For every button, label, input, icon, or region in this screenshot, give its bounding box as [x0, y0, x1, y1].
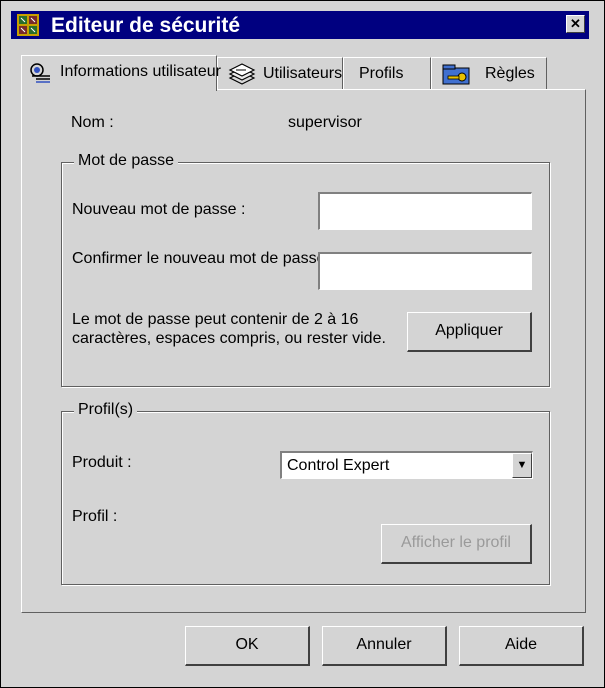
- security-editor-dialog: Editeur de sécurité ✕ Informations utili…: [0, 0, 605, 688]
- new-password-label: Nouveau mot de passe :: [72, 201, 246, 218]
- dropdown-arrow-icon[interactable]: ▼: [512, 453, 532, 478]
- password-group-title: Mot de passe: [74, 152, 179, 170]
- key-folder-icon: [442, 64, 470, 85]
- close-button[interactable]: ✕: [566, 15, 585, 33]
- show-profile-button-label: Afficher le profil: [401, 534, 511, 551]
- confirm-password-label: Confirmer le nouveau mot de passe: [72, 250, 326, 267]
- password-group: Mot de passe Nouveau mot de passe : Conf…: [61, 152, 550, 387]
- apply-button[interactable]: Appliquer: [407, 312, 532, 352]
- show-profile-button[interactable]: Afficher le profil: [381, 524, 532, 564]
- product-select[interactable]: Control Expert ▼: [280, 451, 533, 479]
- tab-panel-user-info: Nom : supervisor Mot de passe Nouveau mo…: [21, 89, 586, 613]
- user-stack-icon: [228, 63, 256, 85]
- profile-label: Profil :: [72, 508, 118, 525]
- title-bar: Editeur de sécurité ✕: [11, 11, 589, 39]
- building-grid-icon: [17, 14, 39, 36]
- password-hint-line2: caractères, espaces compris, ou rester v…: [72, 330, 386, 347]
- tab-profiles[interactable]: Profils: [343, 57, 431, 89]
- product-select-value: Control Expert: [287, 457, 390, 474]
- close-icon: ✕: [570, 16, 581, 31]
- name-value: supervisor: [288, 114, 362, 131]
- ok-button-label: OK: [235, 636, 259, 653]
- ok-button[interactable]: OK: [185, 626, 310, 666]
- password-hint-line1: Le mot de passe peut contenir de 2 à 16: [72, 311, 359, 328]
- tab-label: Règles: [485, 65, 535, 82]
- apply-button-label: Appliquer: [435, 322, 503, 339]
- user-info-icon: [30, 63, 50, 83]
- tab-label: Utilisateurs: [263, 65, 343, 82]
- product-label: Produit :: [72, 454, 132, 471]
- profiles-group-title: Profil(s): [74, 401, 138, 419]
- tab-label: Profils: [359, 65, 404, 82]
- tab-user-info[interactable]: Informations utilisateur: [21, 55, 221, 91]
- help-button[interactable]: Aide: [459, 626, 584, 666]
- help-button-label: Aide: [504, 636, 538, 653]
- cancel-button[interactable]: Annuler: [322, 626, 447, 666]
- confirm-password-field[interactable]: [318, 252, 532, 290]
- new-password-field[interactable]: [318, 192, 532, 230]
- profiles-group: Profil(s) Produit : Control Expert ▼ Pro…: [61, 401, 550, 585]
- cancel-button-label: Annuler: [356, 636, 412, 653]
- tab-label: Informations utilisateur: [60, 63, 221, 80]
- tab-users[interactable]: Utilisateurs: [217, 57, 343, 89]
- window-title: Editeur de sécurité: [51, 14, 241, 37]
- name-label: Nom :: [71, 114, 114, 131]
- tab-rules[interactable]: Règles: [431, 57, 547, 89]
